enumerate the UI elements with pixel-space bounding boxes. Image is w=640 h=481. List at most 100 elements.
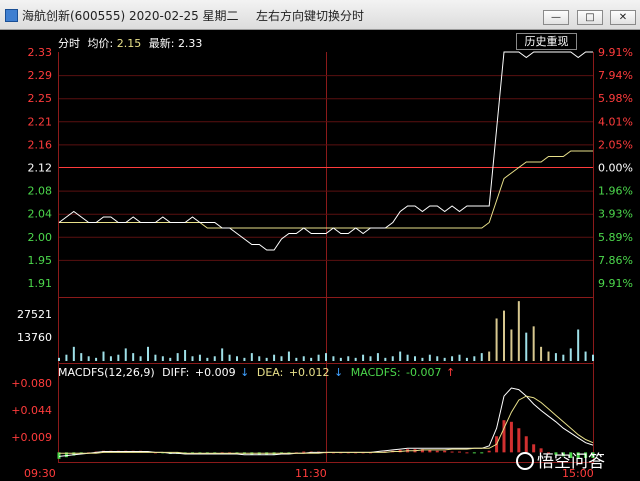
volume-bar bbox=[102, 351, 105, 361]
avg-value: 2.15 bbox=[116, 37, 142, 50]
volume-bar bbox=[480, 353, 483, 361]
macd-axis-label: +0.080 bbox=[11, 377, 52, 390]
price-tick-label: 1.95 bbox=[28, 254, 53, 267]
macd-bar bbox=[450, 451, 454, 453]
macd-bar bbox=[458, 451, 461, 453]
percent-tick-label: 9.91% bbox=[598, 277, 633, 290]
macd-bar bbox=[509, 421, 513, 453]
volume-bar bbox=[250, 353, 253, 361]
volume-bar bbox=[310, 357, 313, 361]
volume-bar bbox=[176, 353, 179, 361]
volume-bar bbox=[198, 354, 201, 361]
volume-bar bbox=[428, 354, 431, 361]
volume-bar bbox=[451, 356, 454, 361]
price-tick-label: 1.91 bbox=[28, 277, 53, 290]
navigation-hint: 左右方向键切换分时 bbox=[256, 9, 365, 23]
volume-bar bbox=[206, 357, 209, 361]
volume-bar bbox=[265, 357, 268, 361]
intraday-chart[interactable]: 2.33 2.29 2.25 2.21 2.16 2.12 2.08 2.04 2.00 1.95… bbox=[0, 30, 640, 481]
price-tick-label: 2.21 bbox=[28, 115, 53, 128]
volume-bar bbox=[339, 357, 342, 361]
percent-tick-label: 5.98% bbox=[598, 92, 633, 105]
volume-bar bbox=[399, 351, 402, 361]
minimize-button[interactable]: — bbox=[543, 10, 569, 25]
volume-bar bbox=[117, 354, 120, 361]
grid bbox=[58, 52, 594, 463]
watermark: 悟空问答 bbox=[516, 447, 605, 472]
price-tick-label: 2.00 bbox=[28, 231, 53, 244]
percent-tick-label: 0.00% bbox=[598, 162, 633, 175]
diff-label: DIFF: bbox=[162, 366, 190, 379]
volume-bar bbox=[473, 356, 476, 361]
volume-bar bbox=[443, 357, 446, 361]
volume-bar bbox=[362, 354, 365, 361]
volume-bar bbox=[391, 356, 394, 361]
volume-bar bbox=[532, 326, 535, 361]
volume-bar bbox=[132, 353, 135, 361]
close-button[interactable]: ✕ bbox=[610, 10, 636, 25]
avg-label: 均价: bbox=[87, 37, 114, 50]
percent-tick-label: 9.91% bbox=[598, 46, 633, 59]
volume-bar bbox=[547, 351, 550, 361]
volume-bar bbox=[287, 351, 290, 361]
volume-bar bbox=[354, 357, 357, 361]
macd-axis-label: +0.044 bbox=[11, 404, 52, 417]
volume-bar bbox=[184, 349, 187, 361]
title-bar: 海航创新(600555) 2020-02-25 星期二 左右方向键切换分时 — … bbox=[0, 0, 640, 30]
price-tick-label: 2.25 bbox=[28, 92, 53, 105]
volume-bar bbox=[540, 346, 543, 361]
volume-bar bbox=[95, 357, 98, 361]
volume-axis-label: 13760 bbox=[17, 331, 52, 344]
history-replay-button[interactable]: 历史重现 bbox=[516, 33, 577, 50]
volume-bar bbox=[325, 353, 327, 361]
volume-bar bbox=[421, 357, 424, 361]
arrow-up-icon: ↑ bbox=[446, 366, 456, 379]
watermark-text: 悟空问答 bbox=[537, 452, 605, 472]
volume-bar bbox=[258, 356, 261, 361]
volume-bar bbox=[592, 354, 594, 361]
mode-label: 分时 bbox=[58, 37, 80, 50]
volume-bar bbox=[584, 351, 587, 361]
volume-bar bbox=[109, 356, 112, 361]
volume-bar bbox=[58, 357, 60, 361]
volume-bar bbox=[124, 348, 127, 361]
volume-bar bbox=[465, 357, 468, 361]
app-window: 海航创新(600555) 2020-02-25 星期二 左右方向键切换分时 — … bbox=[0, 0, 640, 481]
price-tick-label: 2.08 bbox=[28, 185, 53, 198]
price-tick-label: 2.29 bbox=[28, 69, 53, 82]
macd-title: MACDFS(12,26,9) bbox=[58, 366, 155, 379]
percent-tick-label: 4.01% bbox=[598, 115, 633, 128]
diff-value: +0.009 bbox=[194, 366, 236, 379]
maximize-button[interactable]: □ bbox=[577, 10, 603, 25]
volume-bar bbox=[562, 354, 565, 361]
volume-bar bbox=[72, 346, 75, 361]
price-tick-label: 2.33 bbox=[28, 46, 53, 59]
volume-bar bbox=[80, 353, 83, 361]
time-label: 09:30 bbox=[24, 467, 56, 480]
volume-bar bbox=[295, 357, 298, 361]
macd-bar bbox=[465, 452, 469, 454]
volume-axis-label: 27521 bbox=[17, 308, 52, 321]
percent-tick-label: 7.86% bbox=[598, 254, 633, 267]
latest-label: 最新: bbox=[148, 37, 175, 50]
macd-bar bbox=[302, 451, 306, 453]
volume-bar bbox=[517, 301, 520, 361]
price-tick-label: 2.04 bbox=[28, 208, 53, 221]
volume-bar bbox=[384, 357, 387, 361]
volume-bar bbox=[221, 348, 224, 361]
volume-bar bbox=[347, 356, 350, 361]
volume-bar bbox=[273, 354, 276, 361]
volume-bar bbox=[495, 318, 498, 361]
volume-bar bbox=[406, 354, 409, 361]
volume-bar bbox=[302, 356, 305, 361]
wukong-logo-icon bbox=[516, 452, 534, 470]
volume-bar bbox=[577, 329, 580, 361]
percent-axis-right: 9.91% 7.94% 5.98% 4.01% 2.05% 0.00% 1.96% 3.93%… bbox=[598, 46, 633, 290]
price-axis-left: 2.33 2.29 2.25 2.21 2.16 2.12 2.08 2.04 2.00 1.95… bbox=[28, 46, 53, 290]
arrow-down-icon: ↓ bbox=[334, 366, 344, 379]
volume-bar bbox=[65, 354, 68, 361]
volume-bar bbox=[236, 356, 238, 361]
percent-tick-label: 7.94% bbox=[598, 69, 633, 82]
volume-bar bbox=[317, 354, 320, 361]
price-tick-label: 2.12 bbox=[28, 162, 53, 175]
